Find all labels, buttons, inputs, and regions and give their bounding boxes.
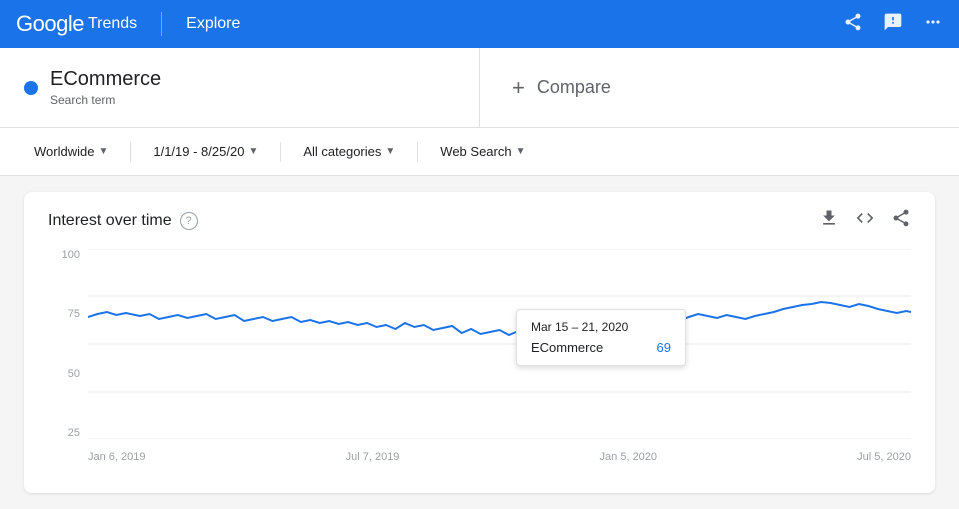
chart-area: 100 75 50 25 Mar 1 bbox=[48, 249, 911, 469]
apps-icon[interactable] bbox=[923, 12, 943, 37]
share-icon[interactable] bbox=[891, 208, 911, 233]
y-label-50: 50 bbox=[68, 368, 80, 380]
x-label-jan2019: Jan 6, 2019 bbox=[88, 451, 146, 463]
logo: Google Trends bbox=[16, 11, 137, 37]
header-divider bbox=[161, 12, 162, 36]
term-type: Search term bbox=[50, 93, 161, 107]
y-label-25: 25 bbox=[68, 427, 80, 439]
date-label: 1/1/19 - 8/25/20 bbox=[153, 144, 244, 159]
trend-line-svg bbox=[88, 249, 911, 439]
x-axis-labels: Jan 6, 2019 Jul 7, 2019 Jan 5, 2020 Jul … bbox=[88, 445, 911, 469]
compare-box[interactable]: + Compare bbox=[480, 48, 959, 127]
header-icons bbox=[843, 12, 943, 37]
filter-separator-2 bbox=[280, 142, 281, 162]
x-label-jan2020: Jan 5, 2020 bbox=[600, 451, 658, 463]
term-name: ECommerce bbox=[50, 68, 161, 91]
location-filter[interactable]: Worldwide ▼ bbox=[24, 138, 118, 165]
card-title-group: Interest over time ? bbox=[48, 212, 198, 230]
tooltip-term: ECommerce bbox=[531, 340, 603, 355]
card-actions bbox=[819, 208, 911, 233]
chart-tooltip: Mar 15 – 21, 2020 ECommerce 69 bbox=[516, 309, 686, 366]
explore-label: Explore bbox=[186, 15, 240, 33]
search-type-filter[interactable]: Web Search ▼ bbox=[430, 138, 535, 165]
filter-bar: Worldwide ▼ 1/1/19 - 8/25/20 ▼ All categ… bbox=[0, 128, 959, 176]
compare-plus-icon: + bbox=[512, 75, 525, 101]
category-filter[interactable]: All categories ▼ bbox=[293, 138, 405, 165]
location-dropdown-arrow: ▼ bbox=[98, 146, 108, 157]
y-axis-labels: 100 75 50 25 bbox=[48, 249, 88, 439]
tooltip-row: ECommerce 69 bbox=[531, 340, 671, 355]
help-icon[interactable]: ? bbox=[180, 212, 198, 230]
term-color-dot bbox=[24, 81, 38, 95]
main-content: Interest over time ? 100 75 50 bbox=[0, 176, 959, 509]
card-header: Interest over time ? bbox=[48, 208, 911, 233]
date-filter[interactable]: 1/1/19 - 8/25/20 ▼ bbox=[143, 138, 268, 165]
tooltip-value: 69 bbox=[656, 340, 670, 355]
share-icon[interactable] bbox=[843, 12, 863, 37]
compare-label: Compare bbox=[537, 77, 611, 98]
search-type-dropdown-arrow: ▼ bbox=[516, 146, 526, 157]
filter-separator-1 bbox=[130, 142, 131, 162]
x-label-jul2020: Jul 5, 2020 bbox=[857, 451, 911, 463]
tooltip-date: Mar 15 – 21, 2020 bbox=[531, 320, 671, 334]
term-info: ECommerce Search term bbox=[50, 68, 161, 107]
category-label: All categories bbox=[303, 144, 381, 159]
embed-icon[interactable] bbox=[855, 208, 875, 233]
x-label-jul2019: Jul 7, 2019 bbox=[346, 451, 400, 463]
search-term-box: ECommerce Search term bbox=[0, 48, 480, 127]
y-label-100: 100 bbox=[62, 249, 80, 261]
feedback-icon[interactable] bbox=[883, 12, 903, 37]
category-dropdown-arrow: ▼ bbox=[385, 146, 395, 157]
app-header: Google Trends Explore bbox=[0, 0, 959, 48]
card-title: Interest over time bbox=[48, 212, 172, 230]
chart-svg-container: Mar 15 – 21, 2020 ECommerce 69 bbox=[88, 249, 911, 439]
search-area: ECommerce Search term + Compare bbox=[0, 48, 959, 128]
search-type-label: Web Search bbox=[440, 144, 511, 159]
y-label-75: 75 bbox=[68, 308, 80, 320]
trends-wordmark: Trends bbox=[88, 15, 137, 33]
download-icon[interactable] bbox=[819, 208, 839, 233]
filter-separator-3 bbox=[417, 142, 418, 162]
location-label: Worldwide bbox=[34, 144, 94, 159]
interest-over-time-card: Interest over time ? 100 75 50 bbox=[24, 192, 935, 493]
google-wordmark: Google bbox=[16, 11, 84, 37]
date-dropdown-arrow: ▼ bbox=[248, 146, 258, 157]
